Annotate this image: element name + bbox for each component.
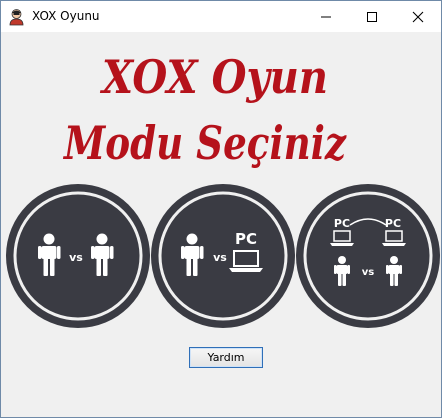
window-title: XOX Oyunu [32, 9, 100, 23]
title-bar[interactable]: XOX Oyunu [1, 1, 441, 32]
app-user-icon [9, 9, 24, 26]
heading-line-2: Modu Seçiniz [62, 116, 346, 170]
mode-player-vs-pc-button[interactable]: vs PC [150, 183, 296, 329]
pc-label: PC [235, 230, 257, 248]
minimize-button[interactable] [303, 1, 349, 32]
pc-label-right: PC [385, 217, 401, 230]
minimize-icon [321, 16, 331, 17]
vs-label: vs [362, 267, 375, 278]
app-window: XOX Oyunu XOX Oyun Modu Seçiniz vs vs PC… [0, 0, 442, 418]
help-button[interactable]: Yardım [189, 347, 263, 368]
vs-label: vs [213, 251, 227, 264]
pc-label-left: PC [334, 217, 350, 230]
close-button[interactable] [395, 1, 441, 32]
close-icon [412, 11, 424, 22]
maximize-button[interactable] [349, 1, 395, 32]
maximize-icon [367, 11, 377, 22]
heading: XOX Oyun Modu Seçiniz [1, 45, 441, 185]
vs-label: vs [69, 251, 83, 264]
mode-pc-vs-pc-button[interactable]: PC PC vs [295, 183, 441, 329]
heading-line-1: XOX Oyun [99, 50, 328, 104]
mode-player-vs-player-button[interactable]: vs [5, 183, 151, 329]
